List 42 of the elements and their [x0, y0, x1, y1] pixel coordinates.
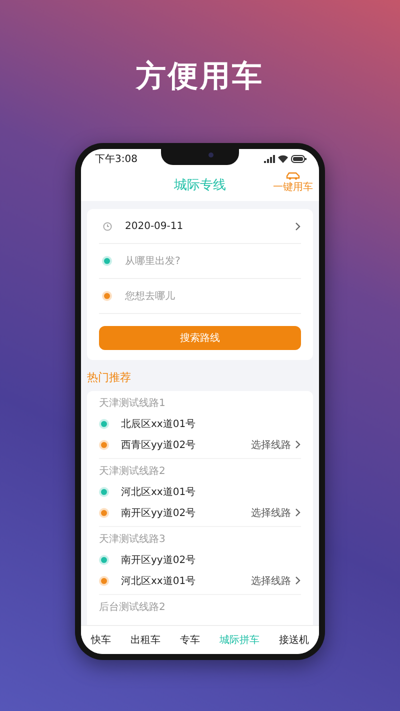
start-dot-icon [101, 488, 107, 494]
destination-field[interactable]: 您想去哪儿 [125, 290, 301, 302]
select-route-link[interactable]: 选择线路 [251, 506, 301, 520]
battery-icon [291, 155, 307, 163]
end-dot-icon [101, 578, 107, 584]
date-field[interactable]: 2020-09-11 [125, 220, 295, 232]
chevron-right-icon [295, 508, 301, 517]
start-dot-icon [101, 420, 107, 426]
start-address: 北辰区xx道01号 [121, 418, 197, 430]
route-name: 天津测试线路3 [99, 532, 166, 547]
tab[interactable]: 快车 [88, 633, 113, 647]
signal-icon [264, 155, 275, 163]
end-address: 河北区xx道01号 [121, 574, 197, 588]
chevron-right-icon [295, 222, 301, 230]
end-address: 西青区yy道02号 [121, 438, 197, 452]
end-dot-icon [101, 510, 107, 516]
start-dot-icon [104, 258, 110, 264]
end-dot-icon [101, 442, 107, 448]
tab[interactable]: 接送机 [277, 633, 312, 647]
headline: 方便用车 [136, 58, 264, 96]
clock-icon [102, 222, 112, 230]
route-name: 后台测试线路2 [99, 600, 166, 615]
destination-dot-icon [104, 293, 110, 299]
select-route-link[interactable]: 选择线路 [251, 574, 301, 588]
route-name: 天津测试线路2 [99, 464, 166, 479]
start-address: 河北区xx道01号 [121, 486, 197, 498]
tab[interactable]: 出租车 [128, 633, 162, 647]
page-title: 城际专线 [174, 177, 226, 194]
route-name: 天津测试线路1 [99, 396, 166, 411]
tab[interactable]: 专车 [178, 633, 202, 647]
status-time: 下午3:08 [95, 153, 138, 166]
end-address: 南开区yy道02号 [121, 506, 197, 520]
wifi-icon [278, 155, 288, 163]
departure-field[interactable]: 从哪里出发? [125, 256, 301, 266]
section-title: 热门推荐 [86, 370, 132, 386]
chevron-right-icon [295, 440, 301, 449]
car-icon [286, 172, 300, 180]
select-route-link[interactable]: 选择线路 [251, 438, 301, 452]
camera-icon [208, 152, 214, 158]
chevron-right-icon [295, 576, 301, 585]
start-address: 南开区yy道02号 [121, 554, 197, 566]
start-dot-icon [101, 556, 107, 562]
